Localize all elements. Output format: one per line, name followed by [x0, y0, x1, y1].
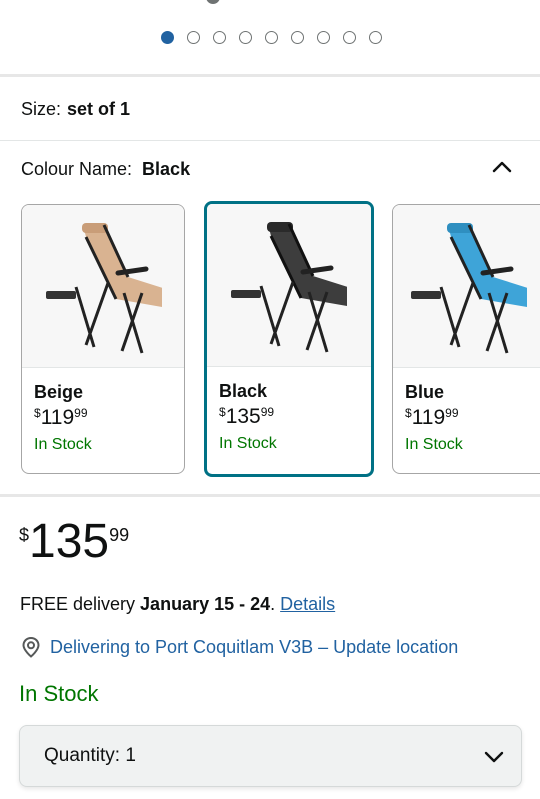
colour-swatch-blue[interactable]: Blue $11999 In Stock	[392, 204, 540, 474]
chair-image-blue	[393, 205, 540, 368]
quantity-value: 1	[125, 745, 136, 766]
chair-icon	[46, 223, 162, 354]
carousel-image-edge	[206, 0, 220, 4]
price-whole: 135	[29, 515, 110, 568]
swatch-price: $11999	[405, 406, 459, 429]
swatch-name: Blue	[405, 382, 445, 402]
chair-image-beige	[22, 205, 184, 368]
carousel-dot[interactable]	[161, 31, 174, 44]
section-divider	[0, 494, 540, 497]
chair-icon	[231, 222, 347, 353]
quantity-label: Quantity: 1	[44, 745, 136, 766]
carousel-dots[interactable]	[161, 31, 382, 44]
price-fraction: 99	[109, 525, 130, 545]
quantity-dropdown[interactable]: Quantity: 1	[19, 725, 522, 787]
delivery-dates: January 15 - 24	[140, 594, 271, 614]
size-value: set of 1	[67, 99, 131, 119]
size-label: Size:	[21, 99, 62, 119]
carousel-dot[interactable]	[291, 31, 304, 44]
delivery-location[interactable]: Delivering to Port Coquitlam V3B – Updat…	[20, 636, 458, 658]
divider	[0, 140, 540, 141]
swatch-stock: In Stock	[219, 435, 277, 452]
carousel-dot[interactable]	[187, 31, 200, 44]
carousel-dot[interactable]	[213, 31, 226, 44]
carousel-dot[interactable]	[343, 31, 356, 44]
product-price: $13599	[19, 518, 129, 566]
swatch-price: $11999	[34, 406, 88, 429]
location-pin-icon	[22, 636, 40, 658]
swatch-stock: In Stock	[34, 436, 92, 453]
swatch-price: $13599	[219, 405, 275, 428]
colour-selection-header[interactable]: Colour Name: Black	[21, 159, 190, 180]
colour-value: Black	[142, 159, 191, 179]
colour-swatch-beige[interactable]: Beige $11999 In Stock	[21, 204, 185, 474]
section-divider	[0, 74, 540, 77]
carousel-dot[interactable]	[317, 31, 330, 44]
chair-image-black	[207, 204, 371, 367]
details-link[interactable]: Details	[280, 594, 335, 614]
size-selection: Size: set of 1	[21, 99, 130, 120]
chevron-up-icon[interactable]	[490, 157, 514, 177]
delivery-info: FREE delivery January 15 - 24. Details	[20, 594, 336, 614]
stock-status: In Stock	[19, 681, 99, 706]
colour-swatch-black[interactable]: Black $13599 In Stock	[204, 201, 374, 477]
image-carousel-area	[0, 0, 540, 74]
swatch-name: Beige	[34, 382, 84, 402]
colour-label: Colour Name:	[21, 159, 133, 179]
chair-icon	[411, 223, 527, 354]
chevron-down-icon	[484, 751, 504, 763]
swatch-stock: In Stock	[405, 436, 463, 453]
carousel-dot[interactable]	[369, 31, 382, 44]
swatch-name: Black	[219, 381, 268, 401]
carousel-dot[interactable]	[239, 31, 252, 44]
location-text[interactable]: Delivering to Port Coquitlam V3B – Updat…	[50, 637, 458, 658]
price-currency: $	[19, 525, 30, 545]
carousel-dot[interactable]	[265, 31, 278, 44]
